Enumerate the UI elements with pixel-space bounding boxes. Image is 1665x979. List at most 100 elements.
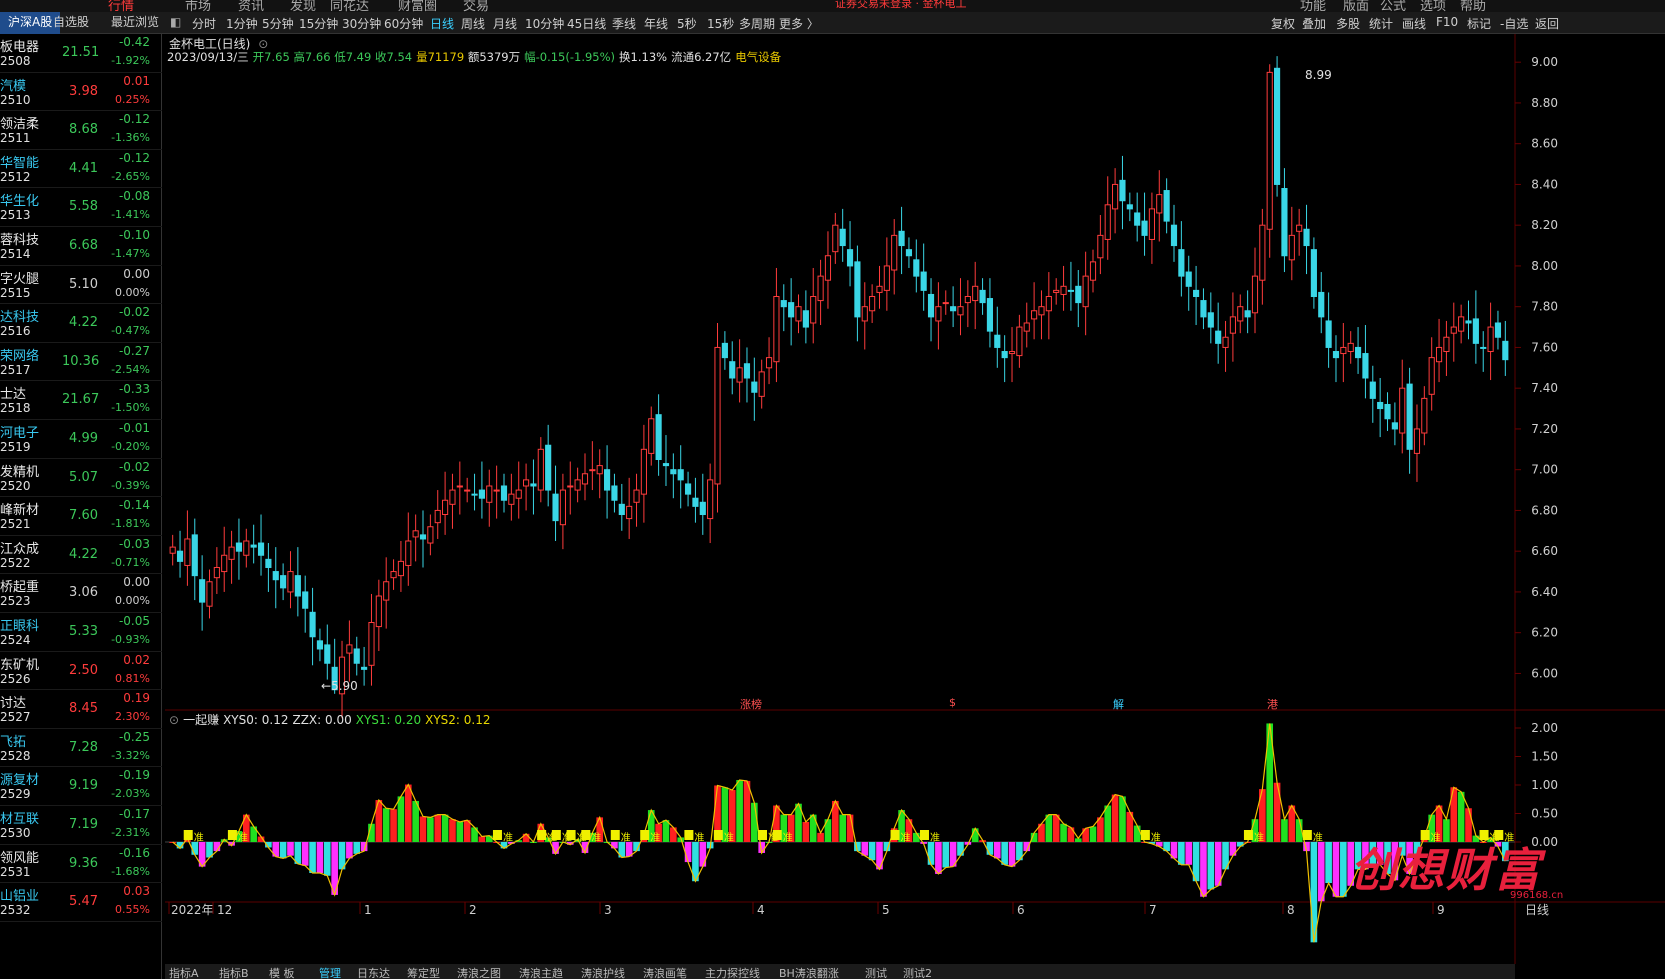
candle-body bbox=[545, 444, 552, 491]
top-menu-item-9[interactable]: 版面 bbox=[1343, 0, 1369, 12]
indicator-tab-3[interactable]: 管理 bbox=[319, 965, 341, 979]
indicator-tab-6[interactable]: 涛浪之图 bbox=[457, 965, 501, 979]
period-15[interactable]: 多周期 bbox=[739, 15, 775, 32]
stock-row[interactable]: 材互联 2530 7.19 -0.17 -2.31% bbox=[0, 806, 162, 845]
stock-row[interactable]: 荣网络 2517 10.36 -0.27 -2.54% bbox=[0, 343, 162, 382]
tool-6[interactable]: 标记 bbox=[1467, 15, 1491, 32]
stock-row[interactable]: 峰新材 2521 7.60 -0.14 -1.81% bbox=[0, 497, 162, 536]
stock-row[interactable]: 山铝业 2532 5.47 0.03 0.55% bbox=[0, 883, 162, 922]
period-1[interactable]: 1分钟 bbox=[226, 15, 258, 32]
stock-row[interactable]: 讨达 2527 8.45 0.19 2.30% bbox=[0, 690, 162, 729]
top-menu-item-7[interactable]: 证券交易未登录 · 金杯电工 bbox=[835, 0, 967, 11]
top-menu-item-10[interactable]: 公式 bbox=[1380, 0, 1406, 12]
top-menu-item-4[interactable]: 同花达 bbox=[330, 0, 369, 12]
top-menu-item-12[interactable]: 帮助 bbox=[1460, 0, 1486, 12]
stock-change-pct: 0.00% bbox=[115, 594, 150, 608]
period-0[interactable]: 分时 bbox=[192, 15, 216, 32]
period-8[interactable]: 月线 bbox=[493, 15, 517, 32]
tool-5[interactable]: F10 bbox=[1436, 15, 1458, 29]
candle bbox=[662, 435, 670, 486]
tool-0[interactable]: 复权 bbox=[1271, 15, 1295, 32]
stock-row[interactable]: 士达 2518 21.67 -0.33 -1.50% bbox=[0, 381, 162, 420]
tool-4[interactable]: 画线 bbox=[1402, 15, 1426, 32]
event-marker-2[interactable]: $ bbox=[949, 696, 956, 709]
tool-2[interactable]: 多股 bbox=[1336, 15, 1360, 32]
indicator-tab-12[interactable]: 测试 bbox=[865, 965, 887, 979]
stock-change-pct: -1.41% bbox=[111, 208, 150, 222]
candle-body bbox=[375, 595, 382, 628]
candle-body bbox=[1237, 306, 1244, 322]
candle bbox=[228, 530, 235, 584]
stock-row[interactable]: 河电子 2519 4.99 -0.01 -0.20% bbox=[0, 420, 162, 459]
period-14[interactable]: 15秒 bbox=[707, 15, 734, 32]
indicator-tab-13[interactable]: 测试2 bbox=[903, 965, 932, 979]
stock-row[interactable]: 汽模 2510 3.98 0.01 0.25% bbox=[0, 73, 162, 112]
list-tab-1[interactable]: 自选股 bbox=[45, 12, 97, 34]
signal-marker bbox=[537, 830, 547, 840]
stock-row[interactable]: 板电器 2508 21.51 -0.42 -1.92% bbox=[0, 34, 162, 73]
stock-row[interactable]: 正眼科 2524 5.33 -0.05 -0.93% bbox=[0, 613, 162, 652]
indicator-tab-11[interactable]: BH涛浪翻涨 bbox=[779, 965, 839, 979]
candle-body bbox=[456, 485, 463, 488]
indicator-collapse-icon[interactable]: ⊙ bbox=[169, 713, 179, 727]
top-menu-item-8[interactable]: 功能 bbox=[1300, 0, 1326, 12]
top-menu-item-2[interactable]: 资讯 bbox=[238, 0, 264, 12]
stock-row[interactable]: 达科技 2516 4.22 -0.02 -0.47% bbox=[0, 304, 162, 343]
period-5[interactable]: 60分钟 bbox=[384, 15, 423, 32]
stock-row[interactable]: 江众成 2522 4.22 -0.03 -0.71% bbox=[0, 536, 162, 575]
top-menu-item-5[interactable]: 财富圈 bbox=[398, 0, 437, 12]
period-12[interactable]: 年线 bbox=[644, 15, 668, 32]
stock-row[interactable]: 领风能 2531 9.36 -0.16 -1.68% bbox=[0, 845, 162, 884]
event-marker-1[interactable]: 涨榜 bbox=[740, 696, 762, 712]
tool-8[interactable]: 返回 bbox=[1535, 15, 1559, 32]
indicator-tab-4[interactable]: 日东达 bbox=[357, 965, 390, 979]
stock-row[interactable]: 飞拓 2528 7.28 -0.25 -3.32% bbox=[0, 729, 162, 768]
indicator-tab-9[interactable]: 涛浪画笔 bbox=[643, 965, 687, 979]
quote-sector: 电气设备 bbox=[735, 50, 782, 64]
period-7[interactable]: 周线 bbox=[461, 15, 485, 32]
sidebar-toggle-icon[interactable]: ◧ bbox=[170, 15, 181, 29]
stock-row[interactable]: 字火腿 2515 5.10 0.00 0.00% bbox=[0, 266, 162, 305]
signal-marker bbox=[1243, 830, 1253, 840]
stock-row[interactable]: 东矿机 2526 2.50 0.02 0.81% bbox=[0, 652, 162, 691]
period-2[interactable]: 5分钟 bbox=[262, 15, 294, 32]
list-tab-2[interactable]: 最近浏览 bbox=[103, 12, 167, 34]
tool-1[interactable]: 叠加 bbox=[1302, 15, 1326, 32]
candle bbox=[648, 406, 655, 466]
top-menu-item-1[interactable]: 市场 bbox=[185, 0, 211, 12]
top-menu-item-11[interactable]: 选项 bbox=[1420, 0, 1446, 12]
top-menu-item-6[interactable]: 交易 bbox=[463, 0, 489, 12]
period-11[interactable]: 季线 bbox=[612, 15, 636, 32]
event-marker-4[interactable]: 港 bbox=[1267, 696, 1278, 712]
stock-row[interactable]: 华智能 2512 4.41 -0.12 -2.65% bbox=[0, 150, 162, 189]
candle-body bbox=[640, 448, 647, 495]
event-marker-3[interactable]: 解 bbox=[1113, 696, 1124, 712]
stock-row[interactable]: 领洁柔 2511 8.68 -0.12 -1.36% bbox=[0, 111, 162, 150]
stock-row[interactable]: 发精机 2520 5.07 -0.02 -0.39% bbox=[0, 459, 162, 498]
period-6[interactable]: 日线 bbox=[430, 15, 454, 32]
stock-row[interactable]: 华生化 2513 5.58 -0.08 -1.41% bbox=[0, 188, 162, 227]
stock-row[interactable]: 桥起重 2523 3.06 0.00 0.00% bbox=[0, 574, 162, 613]
stock-row[interactable]: 源复材 2529 9.19 -0.19 -2.03% bbox=[0, 767, 162, 806]
candle-body bbox=[1369, 381, 1376, 399]
top-menu-item-3[interactable]: 发现 bbox=[290, 0, 316, 12]
stock-change-pct: -0.93% bbox=[111, 633, 150, 646]
period-3[interactable]: 15分钟 bbox=[299, 15, 338, 32]
indicator-tab-2[interactable]: 模 板 bbox=[269, 965, 295, 979]
stock-row[interactable]: 蓉科技 2514 6.68 -0.10 -1.47% bbox=[0, 227, 162, 266]
period-13[interactable]: 5秒 bbox=[677, 15, 697, 32]
indicator-tab-10[interactable]: 主力探控线 bbox=[705, 965, 760, 979]
tool-7[interactable]: -自选 bbox=[1500, 15, 1528, 32]
indicator-tab-1[interactable]: 指标B bbox=[219, 965, 249, 979]
tool-3[interactable]: 统计 bbox=[1369, 15, 1393, 32]
indicator-tab-5[interactable]: 筹定型 bbox=[407, 965, 440, 979]
period-4[interactable]: 30分钟 bbox=[342, 15, 381, 32]
top-menu-item-0[interactable]: 行情 bbox=[108, 0, 134, 12]
indicator-tab-8[interactable]: 涛浪护线 bbox=[581, 965, 625, 979]
indicator-tab-0[interactable]: 指标A bbox=[169, 965, 199, 979]
period-9[interactable]: 10分钟 bbox=[525, 15, 564, 32]
period-10[interactable]: 45日线 bbox=[567, 15, 606, 32]
watermark-url: 996168.cn bbox=[1510, 890, 1564, 901]
indicator-tab-7[interactable]: 涛浪主趋 bbox=[519, 965, 563, 979]
period-16[interactable]: 更多 〉 bbox=[779, 15, 819, 32]
